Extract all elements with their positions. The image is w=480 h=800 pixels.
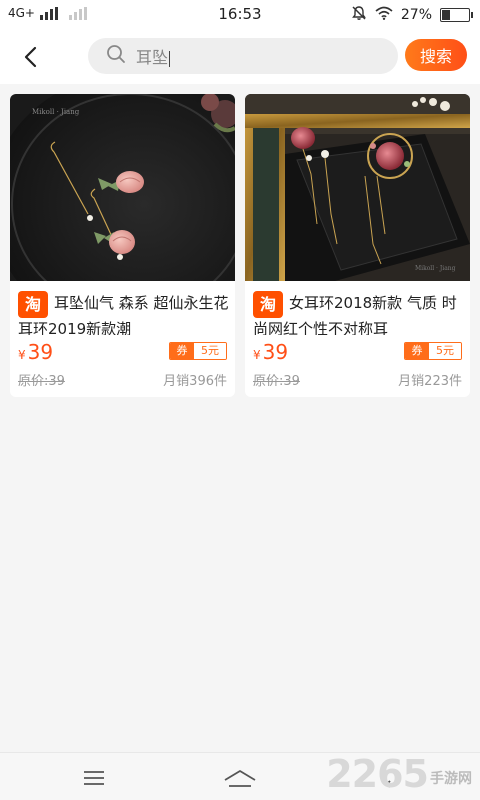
chevron-left-icon[interactable] [16,42,46,72]
taobao-badge: 淘 [18,291,48,318]
battery-percent: 27% [400,7,432,23]
product-title[interactable]: 淘耳坠仙气 森系 超仙永生花耳环2019新款潮 [18,291,229,335]
original-price: 原价:39 [253,374,300,389]
search-button[interactable]: 搜索 [405,39,467,71]
product-image[interactable]: Mikoll · Jiang [245,94,470,281]
coupon-badge: 券 5元 [169,342,227,360]
svg-text:Mikoll · Jiang: Mikoll · Jiang [32,108,80,116]
product-card[interactable]: Mikoll · Jiang 淘耳坠仙气 森系 超仙永生花耳环2019新款潮 ¥… [10,94,235,397]
menu-icon[interactable] [74,765,114,791]
product-price: ¥39 [253,340,289,364]
search-icon [106,44,126,68]
search-header: 耳坠 搜索 [0,30,480,84]
coupon-badge: 券 5元 [404,342,462,360]
watermark-brand: 2265 [326,752,429,796]
text-caret [169,50,171,67]
monthly-sales: 月销396件 [163,374,227,389]
system-nav-bar: 2265 手游网 [0,752,480,800]
product-price: ¥39 [18,340,54,364]
taobao-badge: 淘 [253,291,283,318]
monthly-sales: 月销223件 [398,374,462,389]
mute-icon [351,5,367,25]
wifi-icon [375,6,393,24]
status-bar: 4G+ 16:53 27% [0,0,480,30]
search-query: 耳坠 [136,48,171,67]
product-title[interactable]: 淘女耳环2018新款 气质 时尚网红个性不对称耳 [253,291,464,335]
original-price: 原价:39 [18,374,65,389]
product-grid: Mikoll · Jiang 淘耳坠仙气 森系 超仙永生花耳环2019新款潮 ¥… [10,94,470,397]
watermark-logo: 2265 手游网 [326,754,472,794]
battery-icon [440,8,473,22]
product-image[interactable]: Mikoll · Jiang [10,94,235,281]
product-card[interactable]: Mikoll · Jiang 淘女耳环2018新款 气质 时尚网红个性不对称耳 … [245,94,470,397]
svg-text:Mikoll · Jiang: Mikoll · Jiang [415,265,456,272]
home-icon[interactable] [220,765,260,791]
watermark-suffix: 手游网 [430,771,472,787]
search-input[interactable]: 耳坠 [88,38,398,74]
battery-fill [442,10,450,20]
status-icons: 27% [351,5,473,25]
